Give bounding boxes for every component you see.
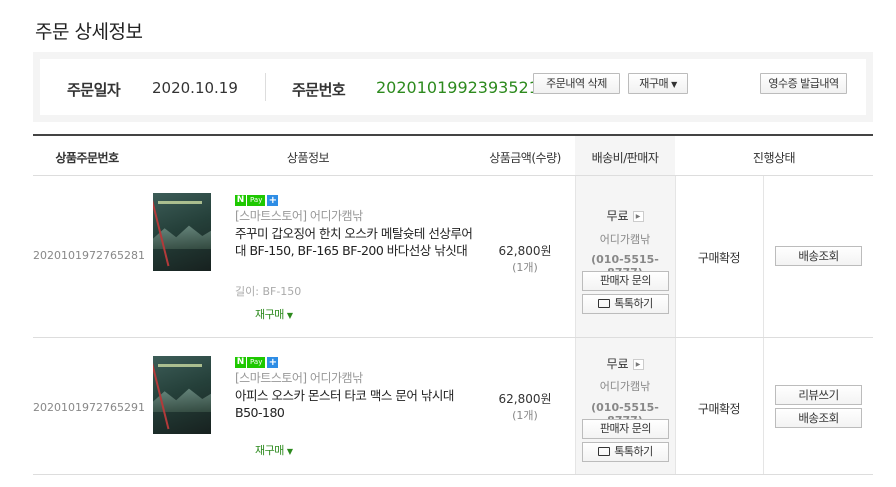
chevron-down-icon: ▼ xyxy=(671,80,677,89)
header-shipping-seller: 배송비/판매자 xyxy=(591,151,659,165)
arrow-right-icon: ▶ xyxy=(632,359,644,370)
shipping-fee[interactable]: 무료 ▶ xyxy=(575,207,675,224)
cell-divider xyxy=(763,338,764,474)
shipping-fee-label: 무료 xyxy=(606,209,629,223)
order-items-table: 상품주문번호 상품정보 상품금액(수량) 배송비/판매자 진행상태 202010… xyxy=(33,134,873,475)
order-status: 구매확정 xyxy=(697,251,741,265)
header-product-order-no: 상품주문번호 xyxy=(55,151,119,165)
talk-talk-label: 톡톡하기 xyxy=(614,445,653,458)
item-quantity: (1개) xyxy=(512,409,538,422)
order-number-label: 주문번호 xyxy=(292,81,346,99)
product-option: 길이: BF-150 xyxy=(235,285,302,298)
naver-n-icon: N xyxy=(235,356,246,368)
table-row: 2020101972765281 N Pay + [스마트스토어] 어디가캠낚 주꾸… xyxy=(33,176,873,338)
store-name-link[interactable]: [스마트스토어] 어디가캠낚 xyxy=(235,207,363,224)
seller-name: 어디가캠낚 xyxy=(599,233,651,246)
naver-n-icon: N xyxy=(235,194,246,206)
page-title: 주문 상세정보 xyxy=(35,21,143,43)
header-product-info: 상품정보 xyxy=(286,151,330,165)
product-name-link[interactable]: 주꾸미 갑오징어 한치 오스카 메탈슛테 선상루어대 BF-150, BF-16… xyxy=(235,225,473,259)
store-name-link[interactable]: [스마트스토어] 어디가캠낚 xyxy=(235,369,363,386)
plus-icon: + xyxy=(267,194,279,206)
order-status: 구매확정 xyxy=(697,402,741,416)
rebuy-label: 재구매 xyxy=(639,77,669,90)
table-header: 상품주문번호 상품정보 상품금액(수량) 배송비/판매자 진행상태 xyxy=(33,134,873,176)
chat-icon xyxy=(598,446,611,456)
rebuy-link[interactable]: 재구매 ▼ xyxy=(255,442,293,458)
talk-talk-label: 톡톡하기 xyxy=(614,297,653,310)
order-date-value: 2020.10.19 xyxy=(152,79,238,97)
npay-label: Pay xyxy=(247,356,266,368)
talk-talk-button[interactable]: 톡톡하기 xyxy=(582,442,669,462)
rebuy-dropdown-button[interactable]: 재구매 ▼ xyxy=(628,73,688,94)
header-status: 진행상태 xyxy=(752,151,796,165)
rebuy-label: 재구매 xyxy=(255,308,284,321)
table-row: 2020101972765291 N Pay + [스마트스토어] 어디가캠낚 아피… xyxy=(33,338,873,475)
plus-icon: + xyxy=(267,356,279,368)
seller-inquiry-button[interactable]: 판매자 문의 xyxy=(582,271,669,291)
npay-label: Pay xyxy=(247,194,266,206)
cell-divider xyxy=(763,176,764,337)
header-price-qty: 상품금액(수량) xyxy=(489,151,561,165)
npay-badge: N Pay + xyxy=(235,356,279,368)
chevron-down-icon: ▼ xyxy=(286,447,293,456)
talk-talk-button[interactable]: 톡톡하기 xyxy=(582,294,669,314)
chat-icon xyxy=(598,298,611,308)
arrow-right-icon: ▶ xyxy=(632,211,644,222)
product-thumbnail[interactable] xyxy=(153,193,211,271)
item-price: 62,800원 xyxy=(498,244,552,258)
item-quantity: (1개) xyxy=(512,261,538,274)
item-price: 62,800원 xyxy=(498,392,552,406)
rebuy-label: 재구매 xyxy=(255,444,284,457)
shipping-fee-label: 무료 xyxy=(606,357,629,371)
seller-name: 어디가캠낚 xyxy=(599,380,651,393)
product-name-link[interactable]: 아피스 오스카 몬스터 타코 맥스 문어 낚시대 B50-180 xyxy=(235,387,473,421)
order-date-label: 주문일자 xyxy=(67,81,121,99)
shipping-fee[interactable]: 무료 ▶ xyxy=(575,355,675,372)
rebuy-link[interactable]: 재구매 ▼ xyxy=(255,306,293,322)
product-thumbnail[interactable] xyxy=(153,356,211,434)
write-review-button[interactable]: 리뷰쓰기 xyxy=(775,385,862,405)
chevron-down-icon: ▼ xyxy=(286,311,293,320)
order-summary-box: 주문일자 2020.10.19 주문번호 2020101992393521 주문… xyxy=(33,52,873,122)
seller-inquiry-button[interactable]: 판매자 문의 xyxy=(582,419,669,439)
order-summary: 주문일자 2020.10.19 주문번호 2020101992393521 주문… xyxy=(40,59,866,115)
delivery-tracking-button[interactable]: 배송조회 xyxy=(775,246,862,266)
divider xyxy=(265,73,266,101)
delete-order-button[interactable]: 주문내역 삭제 xyxy=(533,73,620,94)
order-number-value: 2020101992393521 xyxy=(376,78,539,97)
npay-badge: N Pay + xyxy=(235,194,279,206)
delivery-tracking-button[interactable]: 배송조회 xyxy=(775,408,862,428)
receipt-history-button[interactable]: 영수증 발급내역 xyxy=(760,73,847,94)
product-order-number: 2020101972765291 xyxy=(33,401,145,414)
product-order-number: 2020101972765281 xyxy=(33,249,145,262)
